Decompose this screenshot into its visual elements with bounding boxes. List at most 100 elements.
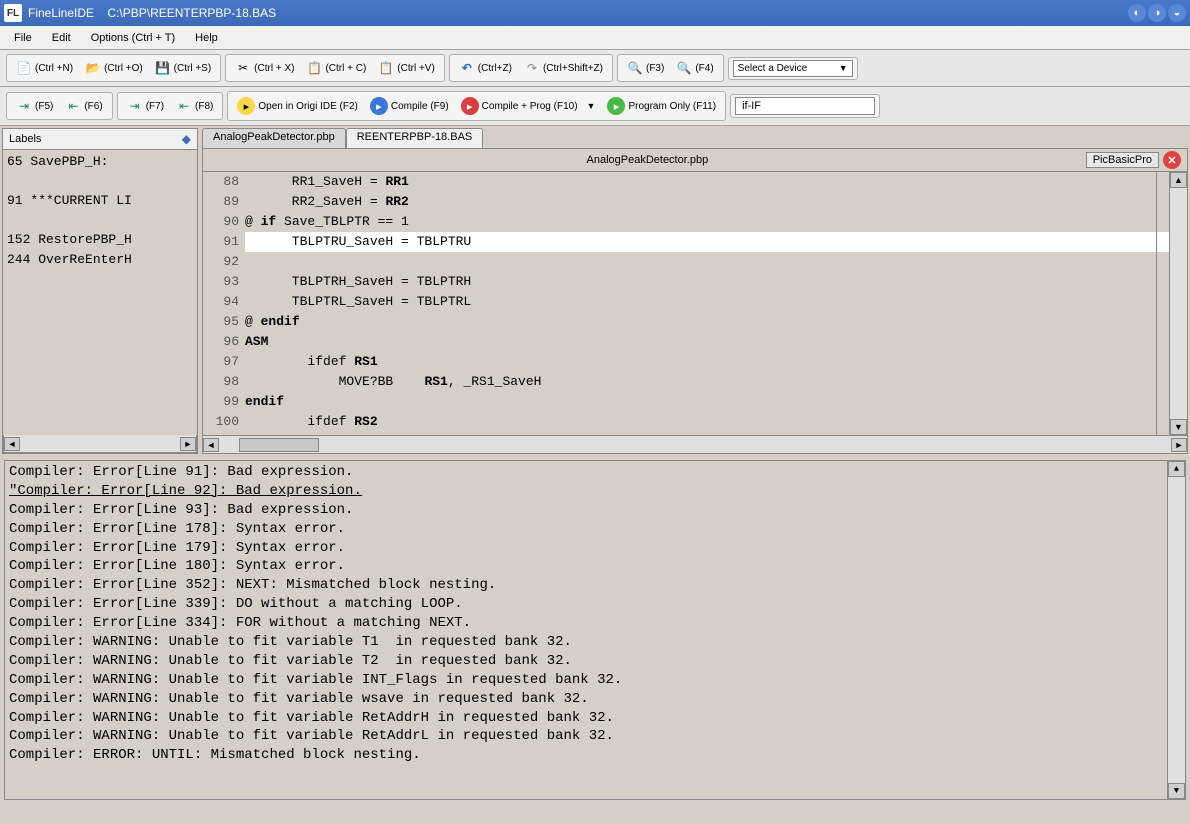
code-area[interactable]: 888990919293949596979899100 RR1_SaveH = … — [202, 172, 1188, 436]
open-ide-button[interactable]: ▸Open in Origi IDE (F2) — [232, 94, 362, 118]
save-button[interactable]: 💾(Ctrl +S) — [150, 57, 217, 79]
undo-button[interactable]: ↶(Ctrl+Z) — [454, 57, 517, 79]
paste-button[interactable]: 📋(Ctrl +V) — [373, 57, 440, 79]
code-line[interactable]: ASM — [245, 334, 300, 349]
output-vscroll[interactable]: ▲▼ — [1167, 461, 1185, 799]
new-button[interactable]: 📄(Ctrl +N) — [11, 57, 78, 79]
program-only-button[interactable]: ▸Program Only (F11) — [602, 94, 721, 118]
f6-label: (F6) — [84, 101, 102, 112]
if-input[interactable]: if-IF — [735, 97, 875, 115]
code-line[interactable]: MOVE?BB RS2, RS2 SaveH — [245, 434, 541, 436]
active-filename: AnalogPeakDetector.pbp — [209, 154, 1086, 166]
compile-button[interactable]: ▸Compile (F9) — [365, 94, 454, 118]
step-f5-button[interactable]: ⇥(F5) — [11, 95, 58, 117]
device-label: Select a Device — [738, 63, 807, 74]
search-icon: 🔍 — [627, 60, 643, 76]
chevron-down-icon: ▼ — [839, 63, 848, 73]
device-select[interactable]: Select a Device ▼ — [733, 60, 853, 77]
code-line[interactable]: TBLPTRL_SaveH = TBLPTRL — [245, 294, 471, 309]
copy-button[interactable]: 📋(Ctrl + C) — [301, 57, 371, 79]
tab-analogpeak[interactable]: AnalogPeakDetector.pbp — [202, 128, 346, 148]
redo-button[interactable]: ↷(Ctrl+Shift+Z) — [519, 57, 608, 79]
step-f7-button[interactable]: ⇥(F7) — [122, 95, 169, 117]
toolbar-1: 📄(Ctrl +N) 📂(Ctrl +O) 💾(Ctrl +S) ✂(Ctrl … — [0, 50, 1190, 87]
output-line[interactable]: Compiler: Error[Line 178]: Syntax error. — [9, 520, 1181, 539]
menu-help[interactable]: Help — [187, 29, 226, 47]
labels-header[interactable]: Labels ◆ — [3, 129, 197, 150]
copy-icon: 📋 — [306, 60, 322, 76]
code-line[interactable]: TBLPTRU_SaveH = TBLPTRU — [245, 232, 1169, 252]
label-item[interactable] — [7, 172, 193, 192]
cut-button[interactable]: ✂(Ctrl + X) — [230, 57, 299, 79]
play-green-icon: ▸ — [607, 97, 625, 115]
output-line[interactable]: Compiler: Error[Line 91]: Bad expression… — [9, 463, 1181, 482]
editor-hscroll[interactable]: ◄► — [202, 436, 1188, 454]
find-next-button[interactable]: 🔍(F4) — [671, 57, 718, 79]
code-line[interactable]: ifdef RS1 — [245, 354, 378, 369]
code-line[interactable]: RR2_SaveH = RR2 — [245, 194, 409, 209]
column-guide — [1156, 172, 1157, 435]
code-line[interactable]: MOVE?BB RS1, _RS1_SaveH — [245, 374, 541, 389]
sidebar-hscroll[interactable]: ◄► — [3, 435, 197, 453]
open-button[interactable]: 📂(Ctrl +O) — [80, 57, 148, 79]
step-f6-button[interactable]: ⇤(F6) — [60, 95, 107, 117]
output-line[interactable]: Compiler: WARNING: Unable to fit variabl… — [9, 690, 1181, 709]
indent-icon: ⇥ — [16, 98, 32, 114]
file-header: AnalogPeakDetector.pbp PicBasicPro ✕ — [202, 148, 1188, 172]
code-line[interactable]: RR1_SaveH = RR1 — [245, 174, 409, 189]
output-line[interactable]: Compiler: Error[Line 352]: NEXT: Mismatc… — [9, 576, 1181, 595]
f8-label: (F8) — [195, 101, 213, 112]
editor-vscroll[interactable]: ▲▼ — [1169, 172, 1187, 435]
maximize-icon[interactable]: ◑ — [1148, 4, 1166, 22]
f7-label: (F7) — [146, 101, 164, 112]
label-item[interactable]: 65 SavePBP_H: — [7, 152, 193, 172]
open-label: (Ctrl +O) — [104, 63, 143, 74]
compile-prog-button[interactable]: ▸Compile + Prog (F10)▼ — [456, 94, 601, 118]
close-tab-button[interactable]: ✕ — [1163, 151, 1181, 169]
label-item[interactable]: 244 OverReEnterH — [7, 250, 193, 270]
label-item[interactable]: 152 RestorePBP_H — [7, 230, 193, 250]
output-line[interactable]: Compiler: Error[Line 334]: FOR without a… — [9, 614, 1181, 633]
output-panel[interactable]: Compiler: Error[Line 91]: Bad expression… — [4, 460, 1186, 800]
menu-file[interactable]: File — [6, 29, 40, 47]
titlebar: FL FineLineIDE C:\PBP\REENTERPBP-18.BAS … — [0, 0, 1190, 26]
output-line[interactable]: Compiler: WARNING: Unable to fit variabl… — [9, 671, 1181, 690]
output-line[interactable]: Compiler: Error[Line 180]: Syntax error. — [9, 557, 1181, 576]
output-line[interactable]: Compiler: Error[Line 339]: DO without a … — [9, 595, 1181, 614]
output-line[interactable]: Compiler: Error[Line 179]: Syntax error. — [9, 539, 1181, 558]
scissors-icon: ✂ — [235, 60, 251, 76]
code-line[interactable]: @ if Save_TBLPTR == 1 — [245, 214, 409, 229]
chevron-down-icon[interactable]: ▼ — [587, 101, 596, 111]
output-line[interactable]: Compiler: Error[Line 93]: Bad expression… — [9, 501, 1181, 520]
output-line[interactable]: Compiler: WARNING: Unable to fit variabl… — [9, 633, 1181, 652]
minimize-icon[interactable]: ◐ — [1128, 4, 1146, 22]
menu-edit[interactable]: Edit — [44, 29, 79, 47]
code-line[interactable]: @ endif — [245, 314, 300, 329]
tab-reenterpbp[interactable]: REENTERPBP-18.BAS — [346, 128, 484, 148]
find-button[interactable]: 🔍(F3) — [622, 57, 669, 79]
output-line[interactable]: Compiler: WARNING: Unable to fit variabl… — [9, 709, 1181, 728]
indent-icon: ⇥ — [127, 98, 143, 114]
label-item[interactable] — [7, 211, 193, 231]
code-line[interactable]: TBLPTRH_SaveH = TBLPTRH — [245, 274, 471, 289]
step-f8-button[interactable]: ⇤(F8) — [171, 95, 218, 117]
menu-options[interactable]: Options (Ctrl + T) — [83, 29, 183, 47]
output-line[interactable]: "Compiler: Error[Line 92]: Bad expressio… — [9, 482, 1181, 501]
sidebar: Labels ◆ 65 SavePBP_H: 91 ***CURRENT LI … — [2, 128, 198, 454]
line-gutter: 888990919293949596979899100 — [203, 172, 245, 435]
app-title: FineLineIDE C:\PBP\REENTERPBP-18.BAS — [28, 6, 276, 20]
code-line[interactable]: ifdef RS2 — [245, 414, 378, 429]
output-line[interactable]: Compiler: WARNING: Unable to fit variabl… — [9, 727, 1181, 746]
labels-title: Labels — [9, 133, 41, 145]
code-body[interactable]: RR1_SaveH = RR1 RR2_SaveH = RR2 @ if Sav… — [245, 172, 1169, 435]
play-red-icon: ▸ — [461, 97, 479, 115]
labels-list[interactable]: 65 SavePBP_H: 91 ***CURRENT LI 152 Resto… — [3, 150, 197, 435]
output-line[interactable]: Compiler: ERROR: UNTIL: Mismatched block… — [9, 746, 1181, 765]
language-label[interactable]: PicBasicPro — [1086, 152, 1159, 168]
code-line[interactable]: endif — [245, 394, 346, 409]
save-label: (Ctrl +S) — [174, 63, 212, 74]
output-line[interactable]: Compiler: WARNING: Unable to fit variabl… — [9, 652, 1181, 671]
redo-label: (Ctrl+Shift+Z) — [543, 63, 603, 74]
label-item[interactable]: 91 ***CURRENT LI — [7, 191, 193, 211]
close-icon[interactable]: ◒ — [1168, 4, 1186, 22]
